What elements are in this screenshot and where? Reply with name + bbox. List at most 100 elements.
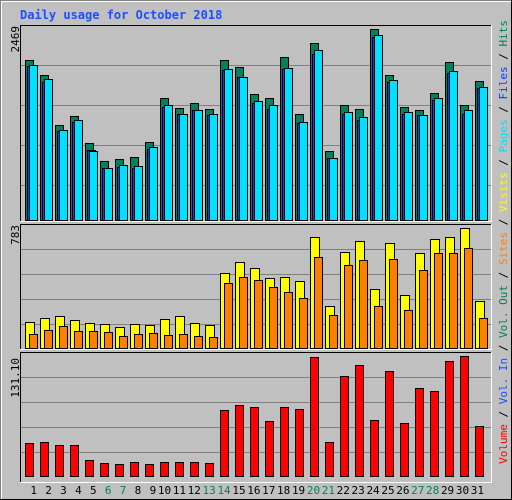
bar-pages-day-13 [209,114,218,221]
bar-volume-day-4 [70,445,79,477]
bar-pages-day-5 [89,151,98,221]
legend-sites: Sites [497,232,510,265]
bar-sites-day-4 [74,331,83,349]
bar-volume-day-23 [355,365,364,477]
x-label-day-9: 9 [150,484,157,497]
bar-volume-day-13 [205,463,214,477]
bar-sites-day-14 [224,283,233,349]
bar-pages-day-12 [194,110,203,221]
bar-pages-day-8 [134,166,143,221]
bar-sites-day-28 [434,253,443,349]
legend-visits: Visits [497,172,510,212]
bar-volume-day-17 [265,421,274,477]
legend-separator: / [497,153,510,173]
bar-volume-day-1 [25,443,34,477]
bar-volume-day-2 [40,442,49,477]
bar-volume-day-15 [235,405,244,477]
x-label-day-15: 15 [232,484,245,497]
bar-sites-day-30 [464,248,473,349]
bar-volume-day-24 [370,420,379,477]
bar-pages-day-2 [44,79,53,221]
bar-sites-day-24 [374,306,383,349]
bar-volume-day-12 [190,462,199,477]
bar-sites-day-25 [389,259,398,349]
bar-sites-day-29 [449,253,458,349]
bar-volume-day-14 [220,410,229,477]
x-label-day-21: 21 [322,484,335,497]
bar-sites-day-11 [179,334,188,349]
bar-sites-day-9 [149,333,158,349]
bar-sites-day-3 [59,326,68,349]
x-label-day-12: 12 [188,484,201,497]
legend-separator: / [497,338,510,358]
legend-vol-in: Vol. In [497,358,510,404]
x-label-day-8: 8 [135,484,142,497]
legend-pages: Pages [497,119,510,152]
bar-pages-day-27 [419,115,428,221]
x-label-day-17: 17 [262,484,275,497]
x-label-day-22: 22 [337,484,350,497]
bar-pages-day-22 [344,112,353,221]
bar-volume-day-25 [385,371,394,477]
y-max-label-hits: 2469 [9,26,22,53]
legend-volume: Volume [497,424,510,464]
bar-volume-day-6 [100,463,109,477]
bar-pages-day-11 [179,114,188,221]
bar-volume-day-19 [295,409,304,477]
x-label-day-10: 10 [158,484,171,497]
x-label-day-18: 18 [277,484,290,497]
bar-volume-day-29 [445,361,454,477]
x-label-day-23: 23 [352,484,365,497]
bar-sites-day-13 [209,337,218,349]
bar-volume-day-31 [475,426,484,477]
y-max-label-visits: 783 [9,225,22,245]
bar-sites-day-12 [194,336,203,349]
x-label-day-19: 19 [292,484,305,497]
x-label-day-14: 14 [217,484,231,497]
bar-pages-day-30 [464,110,473,221]
bar-pages-day-4 [74,120,83,221]
bar-volume-day-20 [310,357,319,477]
bar-sites-day-6 [104,332,113,349]
bar-volume-day-3 [55,445,64,477]
bar-volume-day-7 [115,464,124,477]
bar-pages-day-29 [449,71,458,221]
bar-pages-day-17 [269,105,278,221]
legend-separator: / [497,100,510,120]
bar-volume-day-18 [280,407,289,477]
bar-volume-day-26 [400,423,409,477]
x-label-day-30: 30 [456,484,469,497]
bar-sites-day-21 [329,315,338,349]
legend-separator: / [497,265,510,285]
bar-sites-day-19 [299,298,308,349]
bar-pages-day-15 [239,77,248,221]
bar-pages-day-24 [374,35,383,221]
x-label-day-27: 27 [411,484,424,497]
bar-volume-day-28 [430,391,439,477]
x-label-day-25: 25 [381,484,394,497]
bar-volume-day-9 [145,464,154,477]
bar-sites-day-7 [119,336,128,349]
bar-pages-day-26 [404,112,413,221]
bar-pages-day-1 [29,65,38,221]
bar-pages-day-25 [389,80,398,221]
bar-volume-day-11 [175,462,184,477]
bar-pages-day-7 [119,165,128,221]
bar-pages-day-21 [329,158,338,221]
x-label-day-26: 26 [396,484,409,497]
bar-sites-day-15 [239,277,248,349]
bar-sites-day-5 [89,331,98,349]
x-label-day-31: 31 [471,484,484,497]
bar-volume-day-8 [130,462,139,477]
bar-pages-day-28 [434,98,443,221]
x-label-day-24: 24 [366,484,380,497]
x-label-day-5: 5 [90,484,97,497]
bar-sites-day-17 [269,287,278,349]
bar-sites-day-20 [314,257,323,349]
bar-sites-day-16 [254,280,263,349]
bar-volume-day-22 [340,376,349,477]
bar-sites-day-31 [479,318,488,349]
bar-pages-day-9 [149,147,158,221]
x-label-day-16: 16 [247,484,260,497]
bar-sites-day-1 [29,334,38,349]
